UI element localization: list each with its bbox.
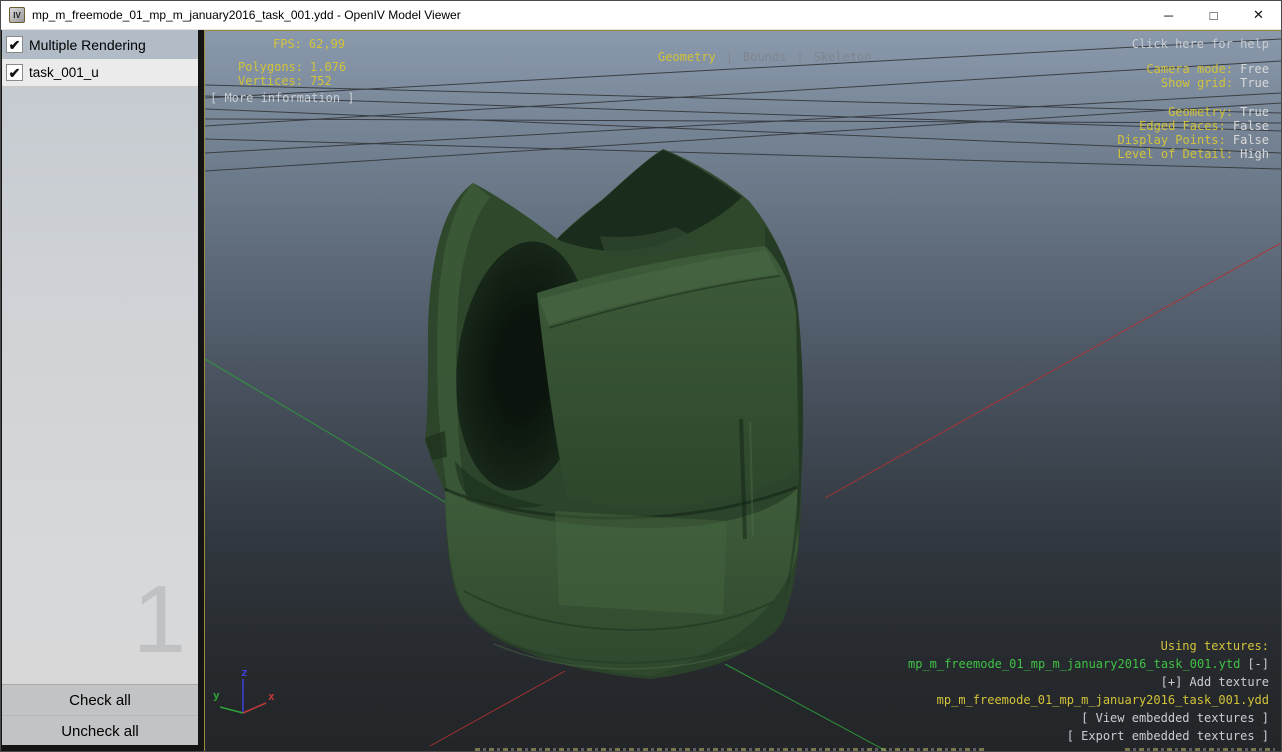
level-of-detail-label: Level of Detail:	[1117, 147, 1234, 161]
edged-faces-toggle[interactable]: Edged Faces: False	[1139, 120, 1269, 133]
maximize-button[interactable]: □	[1191, 1, 1236, 29]
display-points-toggle[interactable]: Display Points: False	[1118, 134, 1270, 147]
red-axis-line	[429, 670, 566, 747]
geometry-toggle[interactable]: Geometry: True	[1168, 106, 1269, 119]
sidebar-item-multiple-rendering[interactable]: ✔ Multiple Rendering	[2, 30, 198, 59]
camera-mode-toggle[interactable]: Camera mode: Free	[1146, 63, 1269, 76]
view-mode-tabs: Geometry | Bounds | Skeleton	[205, 38, 1281, 77]
axis-gizmo: z x y	[213, 666, 275, 714]
model-list-sidebar: ✔ Multiple Rendering ✔ task_001_u 1 Chec…	[2, 30, 198, 745]
checkbox-task-001-u[interactable]: ✔	[6, 64, 23, 81]
gizmo-x-axis	[242, 702, 267, 714]
texture-file-row: mp_m_freemode_01_mp_m_january2016_task_0…	[908, 658, 1269, 671]
level-of-detail-toggle[interactable]: Level of Detail: High	[1118, 148, 1270, 161]
gizmo-x-label: x	[268, 690, 275, 703]
view-embedded-textures-button[interactable]: [ View embedded textures ]	[1081, 712, 1269, 725]
sidebar-button-bar: Check all Uncheck all	[2, 684, 198, 745]
model-count-watermark: 1	[132, 566, 186, 674]
show-grid-value: True	[1240, 76, 1269, 90]
minimize-button[interactable]: ─	[1146, 1, 1191, 29]
help-link[interactable]: Click here for help	[1132, 38, 1269, 51]
tab-bounds[interactable]: Bounds	[743, 50, 786, 64]
app-icon: IV	[9, 7, 25, 23]
green-axis-line	[724, 663, 888, 751]
app-window: IV mp_m_freemode_01_mp_m_january2016_tas…	[0, 0, 1282, 752]
checkbox-multiple-rendering[interactable]: ✔	[6, 36, 23, 53]
using-textures-header: Using textures:	[1160, 639, 1269, 653]
tab-geometry[interactable]: Geometry	[658, 50, 716, 64]
gizmo-z-label: z	[241, 666, 248, 679]
more-information-link[interactable]: [ More information ]	[210, 92, 355, 105]
close-button[interactable]: ✕	[1236, 1, 1281, 29]
uncheck-all-button[interactable]: Uncheck all	[2, 715, 198, 745]
edged-faces-value: False	[1232, 119, 1269, 133]
edged-faces-label: Edged Faces:	[1139, 119, 1226, 133]
clipped-text-row	[1125, 748, 1275, 751]
title-bar: IV mp_m_freemode_01_mp_m_january2016_tas…	[1, 1, 1281, 30]
display-points-value: False	[1232, 133, 1269, 147]
vest-model	[425, 149, 804, 679]
green-axis-line	[205, 358, 451, 506]
sidebar-item-label: task_001_u	[29, 65, 99, 80]
sidebar-item-task-001-u[interactable]: ✔ task_001_u	[2, 59, 198, 87]
model-viewport[interactable]: z x y FPS: 62,99 Polygons: 1.076 Vertices:…	[204, 30, 1281, 751]
window-title: mp_m_freemode_01_mp_m_january2016_task_0…	[32, 8, 461, 22]
geometry-value: True	[1240, 105, 1269, 119]
check-all-button[interactable]: Check all	[2, 685, 198, 715]
show-grid-label: Show grid:	[1160, 76, 1234, 90]
texture-file-name: mp_m_freemode_01_mp_m_january2016_task_0…	[907, 657, 1241, 671]
display-points-label: Display Points:	[1117, 133, 1226, 147]
camera-mode-value: Free	[1240, 62, 1269, 76]
red-axis-line	[824, 242, 1281, 499]
camera-mode-label: Camera mode:	[1146, 62, 1234, 76]
gizmo-y-axis	[219, 706, 244, 714]
tab-skeleton[interactable]: Skeleton	[814, 50, 872, 64]
tab-separator: |	[796, 50, 804, 64]
remove-texture-button[interactable]: [-]	[1240, 657, 1269, 671]
tab-separator: |	[725, 50, 733, 64]
clipped-text-row	[475, 748, 985, 751]
show-grid-toggle[interactable]: Show grid: True	[1161, 77, 1269, 90]
add-texture-button[interactable]: [+] Add texture	[1161, 676, 1269, 689]
gizmo-y-label: y	[213, 689, 220, 702]
export-embedded-textures-button[interactable]: [ Export embedded textures ]	[1067, 730, 1269, 743]
model-file-name: mp_m_freemode_01_mp_m_january2016_task_0…	[936, 693, 1269, 707]
level-of-detail-value: High	[1240, 147, 1269, 161]
sidebar-item-label: Multiple Rendering	[29, 36, 146, 53]
geometry-label: Geometry:	[1168, 105, 1234, 119]
